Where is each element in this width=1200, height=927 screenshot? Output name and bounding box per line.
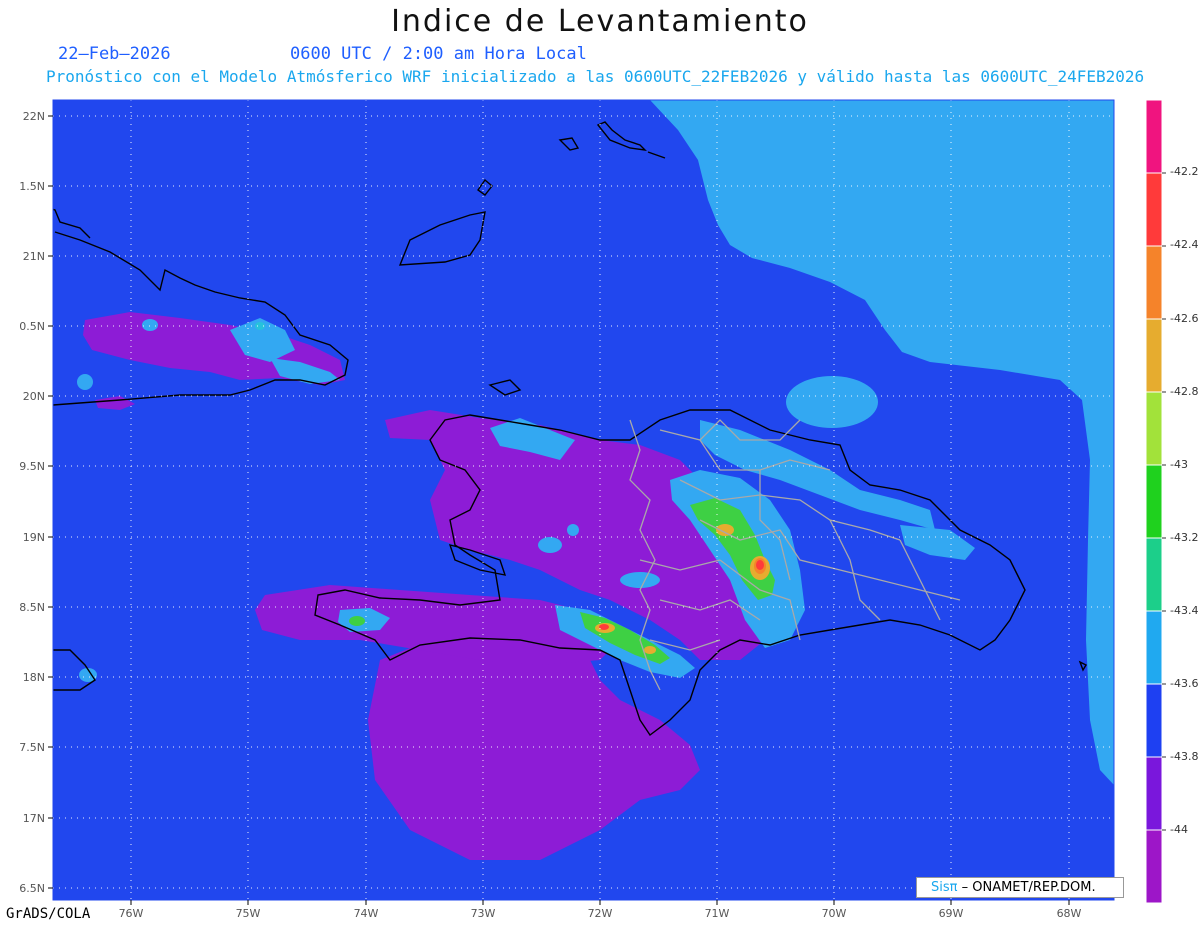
- blue-patch-cuba-4: [77, 374, 93, 390]
- lon-label: 70W: [822, 907, 847, 920]
- colorbar: -42.2 -42.4 -42.6 -42.8 -43 -43.2 -43.4 …: [1145, 99, 1198, 904]
- lat-label: 0.5N: [19, 320, 45, 333]
- colorbar-label: -43.8: [1170, 750, 1198, 763]
- lat-label: 22N: [23, 110, 45, 123]
- colorbar-swatch: [1145, 610, 1163, 685]
- lon-label: 69W: [939, 907, 964, 920]
- lon-label: 76W: [119, 907, 144, 920]
- colorbar-swatch: [1145, 464, 1163, 539]
- colorbar-swatch: [1145, 756, 1163, 831]
- lat-label: 9.5N: [19, 460, 45, 473]
- lon-label: 75W: [236, 907, 261, 920]
- colorbar-label: -42.8: [1170, 385, 1198, 398]
- blue-patch-west-2: [567, 524, 579, 536]
- lon-label: 72W: [588, 907, 613, 920]
- colorbar-label: -43.2: [1170, 531, 1198, 544]
- red-spot-2: [599, 624, 609, 630]
- lat-ticks: [48, 115, 53, 889]
- colorbar-label: -43: [1170, 458, 1188, 471]
- colorbar-swatch: [1145, 829, 1163, 904]
- blue-patch-west-1: [538, 537, 562, 553]
- lon-label: 74W: [354, 907, 379, 920]
- colorbar-swatch: [1145, 99, 1163, 174]
- credit-org: – ONAMET/REP.DOM.: [957, 880, 1096, 895]
- lon-label: 71W: [705, 907, 730, 920]
- lon-ticks: [130, 900, 1070, 905]
- blue-patch-cuba-3: [142, 319, 158, 331]
- lat-label: 6.5N: [19, 882, 45, 895]
- colorbar-label: -42.2: [1170, 165, 1198, 178]
- colorbar-label: -44: [1170, 823, 1188, 836]
- lat-label: 8.5N: [19, 601, 45, 614]
- colorbar-label: -42.6: [1170, 312, 1198, 325]
- map-plot: 22N 1.5N 21N 0.5N 20N 9.5N 19N 8.5N 18N …: [19, 99, 1198, 920]
- yellow-spot-4: [644, 646, 656, 654]
- lon-label: 68W: [1057, 907, 1082, 920]
- colorbar-swatch: [1145, 683, 1163, 758]
- lat-label: 1.5N: [19, 180, 45, 193]
- lon-label: 73W: [471, 907, 496, 920]
- colorbar-label: -43.6: [1170, 677, 1198, 690]
- lat-label: 20N: [23, 390, 45, 403]
- sispi-logo: Sisπ: [931, 880, 958, 895]
- lat-label: 18N: [23, 671, 45, 684]
- colorbar-swatch: [1145, 318, 1163, 393]
- red-spot-1: [756, 560, 764, 570]
- green-core-tiburon: [349, 616, 365, 626]
- credit-box: Sisπ – ONAMET/REP.DOM.: [916, 877, 1124, 898]
- colorbar-swatch: [1145, 391, 1163, 466]
- grads-footer: GrADS/COLA: [6, 906, 91, 922]
- colorbar-swatch: [1145, 537, 1163, 612]
- colorbar-label: -43.4: [1170, 604, 1198, 617]
- lat-label: 17N: [23, 812, 45, 825]
- lat-label: 21N: [23, 250, 45, 263]
- blue-patch-west-3: [620, 572, 660, 588]
- colorbar-swatch: [1145, 245, 1163, 320]
- colorbar-label: -42.4: [1170, 238, 1198, 251]
- lat-label: 19N: [23, 531, 45, 544]
- colorbar-swatch: [1145, 172, 1163, 247]
- lat-label: 7.5N: [19, 741, 45, 754]
